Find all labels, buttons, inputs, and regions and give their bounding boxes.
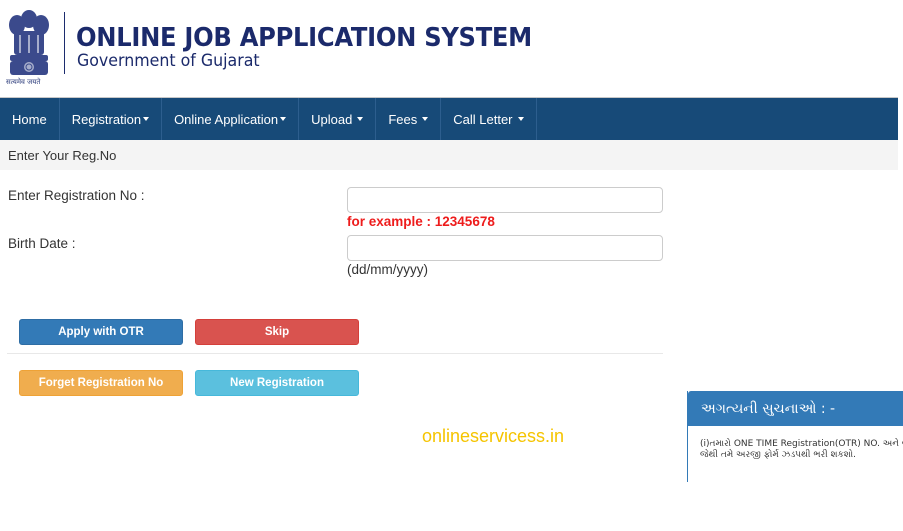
notice-line: જેથી તમે અરજી ફોર્મ ઝડપથી ભરી શકશો. — [700, 450, 856, 460]
header-divider — [64, 12, 65, 74]
nav-fees-label: Fees — [388, 111, 418, 127]
form-divider — [7, 353, 663, 354]
caret-down-icon — [143, 117, 150, 121]
nav-home-label: Home — [12, 111, 47, 127]
birth-date-input[interactable] — [347, 235, 663, 261]
caret-down-icon — [422, 117, 429, 121]
forget-registration-button[interactable]: Forget Registration No — [19, 370, 183, 396]
nav-upload-label: Upload — [311, 111, 353, 127]
nav-call-letter-label: Call Letter — [453, 111, 513, 127]
nav-online-application-label: Online Application — [174, 111, 279, 127]
notice-title: અગત્યની સુચનાઓ : - — [688, 391, 903, 426]
site-header: सत्यमेव जयते ONLINE JOB APPLICATION SYST… — [0, 0, 903, 97]
birth-date-format-hint: (dd/mm/yyyy) — [347, 262, 428, 277]
new-registration-button[interactable]: New Registration — [195, 370, 359, 396]
apply-with-otr-button[interactable]: Apply with OTR — [19, 319, 183, 345]
section-header: Enter Your Reg.No — [0, 140, 898, 170]
nav-fees[interactable]: Fees — [376, 98, 442, 140]
birth-date-label: Birth Date : — [8, 236, 76, 251]
nav-registration[interactable]: Registration — [60, 98, 163, 140]
skip-button[interactable]: Skip — [195, 319, 359, 345]
notice-line: (i)તમારો ONE TIME Registration(OTR) NO. … — [700, 439, 903, 449]
reg-no-input[interactable] — [347, 187, 663, 213]
state-emblem-icon — [9, 10, 49, 75]
app-title: ONLINE JOB APPLICATION SYSTEM — [76, 23, 532, 53]
main-navbar: Home Registration Online Application Upl… — [0, 97, 898, 140]
reg-no-example-hint: for example : 12345678 — [347, 214, 495, 229]
caret-down-icon — [280, 117, 287, 121]
nav-upload[interactable]: Upload — [299, 98, 377, 140]
nav-home[interactable]: Home — [0, 98, 60, 140]
emblem-motto: सत्यमेव जयते — [6, 78, 41, 86]
watermark-text: onlineservicess.in — [422, 426, 565, 446]
nav-registration-label: Registration — [71, 111, 142, 127]
notice-body: (i)તમારો ONE TIME Registration(OTR) NO. … — [688, 426, 903, 461]
important-notice-panel: અગત્યની સુચનાઓ : - (i)તમારો ONE TIME Reg… — [687, 391, 903, 482]
app-subtitle: Government of Gujarat — [77, 51, 260, 71]
nav-call-letter[interactable]: Call Letter — [441, 98, 537, 140]
caret-down-icon — [517, 117, 524, 121]
reg-no-label: Enter Registration No : — [8, 188, 145, 203]
nav-online-application[interactable]: Online Application — [162, 98, 300, 140]
caret-down-icon — [357, 117, 364, 121]
section-title: Enter Your Reg.No — [8, 148, 117, 163]
